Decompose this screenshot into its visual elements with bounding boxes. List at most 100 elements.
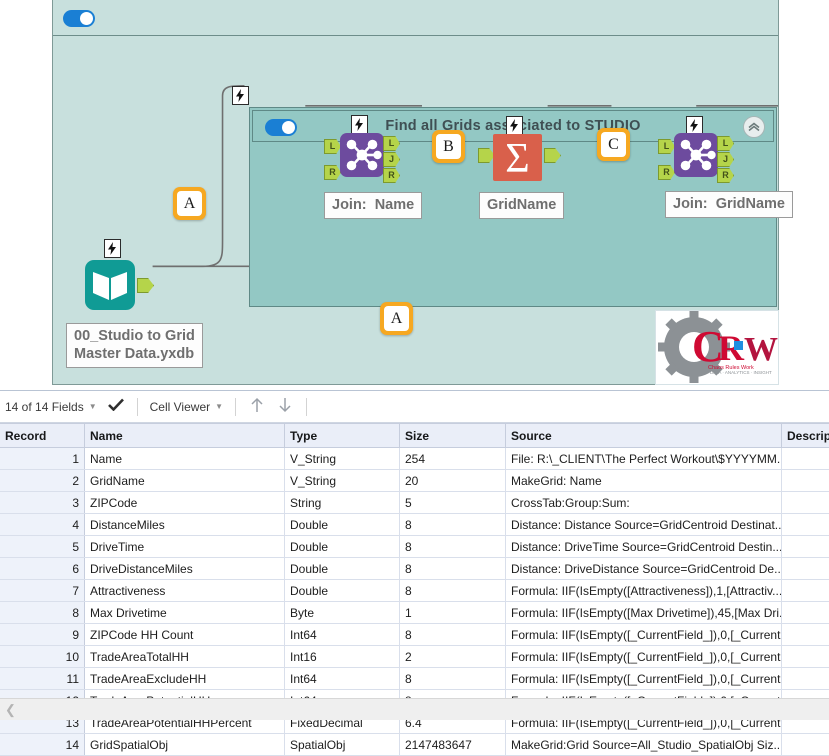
column-header-size[interactable]: Size [400, 424, 506, 448]
cell-type[interactable]: Int16 [285, 646, 400, 668]
cell-source[interactable]: CrossTab:Group:Sum: [506, 492, 782, 514]
join-name-output-right[interactable]: R [383, 168, 400, 183]
cell-size[interactable]: 20 [400, 470, 506, 492]
table-row[interactable]: 9ZIPCode HH CountInt648Formula: IIF(IsEm… [0, 624, 829, 646]
scroll-up-button[interactable] [243, 397, 271, 417]
cell-record[interactable]: 7 [0, 580, 85, 602]
join-tool-icon[interactable] [340, 133, 384, 177]
cell-record[interactable]: 11 [0, 668, 85, 690]
horizontal-scrollbar[interactable]: ❮ [0, 698, 829, 720]
cell-record[interactable]: 10 [0, 646, 85, 668]
cell-type[interactable]: Int64 [285, 668, 400, 690]
table-row[interactable]: 7AttractivenessDouble8Formula: IIF(IsEmp… [0, 580, 829, 602]
cell-description[interactable] [782, 448, 829, 470]
table-row[interactable]: 10TradeAreaTotalHHInt162Formula: IIF(IsE… [0, 646, 829, 668]
summarize-output-anchor[interactable] [544, 148, 561, 163]
cell-source[interactable]: Formula: IIF(IsEmpty([_CurrentField_]),0… [506, 624, 782, 646]
cell-size[interactable]: 254 [400, 448, 506, 470]
annotation-marker-c[interactable]: C [597, 128, 630, 161]
apply-fields-button[interactable] [102, 398, 130, 415]
fields-selector[interactable]: 14 of 14 Fields ▼ [0, 391, 102, 422]
cell-type[interactable]: Double [285, 536, 400, 558]
cell-name[interactable]: ZIPCode HH Count [85, 624, 285, 646]
cell-description[interactable] [782, 646, 829, 668]
cell-record[interactable]: 4 [0, 514, 85, 536]
cell-source[interactable]: Distance: DriveDistance Source=GridCentr… [506, 558, 782, 580]
table-row[interactable]: 4DistanceMilesDouble8Distance: Distance … [0, 514, 829, 536]
cell-size[interactable]: 8 [400, 558, 506, 580]
column-header-name[interactable]: Name [85, 424, 285, 448]
cell-name[interactable]: DriveDistanceMiles [85, 558, 285, 580]
cell-type[interactable]: Byte [285, 602, 400, 624]
input-data-output-anchor[interactable] [137, 278, 154, 293]
join-tool-icon-2[interactable] [674, 133, 718, 177]
cell-description[interactable] [782, 668, 829, 690]
cell-description[interactable] [782, 580, 829, 602]
column-header-description[interactable]: Description [782, 424, 829, 448]
cell-type[interactable]: Int64 [285, 624, 400, 646]
cell-size[interactable]: 2147483647 [400, 734, 506, 756]
column-header-type[interactable]: Type [285, 424, 400, 448]
cell-source[interactable]: Formula: IIF(IsEmpty([Max Drivetime]),45… [506, 602, 782, 624]
cell-size[interactable]: 8 [400, 514, 506, 536]
cell-type[interactable]: SpatialObj [285, 734, 400, 756]
cell-description[interactable] [782, 624, 829, 646]
cell-type[interactable]: Double [285, 558, 400, 580]
cell-name[interactable]: ZIPCode [85, 492, 285, 514]
cell-name[interactable]: Name [85, 448, 285, 470]
column-header-record[interactable]: Record [0, 424, 85, 448]
cell-size[interactable]: 2 [400, 646, 506, 668]
cell-source[interactable]: Distance: Distance Source=GridCentroid D… [506, 514, 782, 536]
cell-source[interactable]: MakeGrid: Name [506, 470, 782, 492]
join-gridname-input-right[interactable]: R [658, 165, 675, 180]
cell-record[interactable]: 8 [0, 602, 85, 624]
summarize-tool-icon[interactable]: Σ [493, 134, 542, 181]
cell-record[interactable]: 9 [0, 624, 85, 646]
chevron-left-icon[interactable]: ❮ [5, 702, 16, 718]
cell-size[interactable]: 5 [400, 492, 506, 514]
scroll-down-button[interactable] [271, 397, 299, 417]
cell-name[interactable]: Max Drivetime [85, 602, 285, 624]
cell-size[interactable]: 1 [400, 602, 506, 624]
cell-name[interactable]: Attractiveness [85, 580, 285, 602]
cell-name[interactable]: DistanceMiles [85, 514, 285, 536]
cell-size[interactable]: 8 [400, 536, 506, 558]
cell-record[interactable]: 1 [0, 448, 85, 470]
cell-type[interactable]: String [285, 492, 400, 514]
cell-type[interactable]: Double [285, 580, 400, 602]
inner-container-toggle[interactable] [265, 119, 297, 136]
table-row[interactable]: 1NameV_String254File: R:\_CLIENT\The Per… [0, 448, 829, 470]
cell-name[interactable]: TradeAreaTotalHH [85, 646, 285, 668]
cell-type[interactable]: Double [285, 514, 400, 536]
cell-record[interactable]: 14 [0, 734, 85, 756]
inner-container-collapse-button[interactable] [743, 116, 765, 138]
cell-source[interactable]: Distance: DriveTime Source=GridCentroid … [506, 536, 782, 558]
cell-record[interactable]: 6 [0, 558, 85, 580]
table-row[interactable]: 8Max DrivetimeByte1Formula: IIF(IsEmpty(… [0, 602, 829, 624]
table-row[interactable]: 2GridNameV_String20MakeGrid: Name [0, 470, 829, 492]
cell-type[interactable]: V_String [285, 470, 400, 492]
table-row[interactable]: 3ZIPCodeString5CrossTab:Group:Sum: [0, 492, 829, 514]
cell-description[interactable] [782, 602, 829, 624]
table-row[interactable]: 6DriveDistanceMilesDouble8Distance: Driv… [0, 558, 829, 580]
cell-viewer-selector[interactable]: Cell Viewer ▼ [145, 391, 228, 422]
workflow-canvas[interactable]: Find all Grids associated to STUDIO [0, 0, 829, 390]
outer-container-toggle[interactable] [63, 10, 95, 27]
table-row[interactable]: 11TradeAreaExcludeHHInt648Formula: IIF(I… [0, 668, 829, 690]
cell-description[interactable] [782, 470, 829, 492]
cell-source[interactable]: Formula: IIF(IsEmpty([Attractiveness]),1… [506, 580, 782, 602]
join-gridname-output-join[interactable]: J [717, 152, 734, 167]
cell-description[interactable] [782, 558, 829, 580]
cell-size[interactable]: 8 [400, 580, 506, 602]
cell-source[interactable]: Formula: IIF(IsEmpty([_CurrentField_]),0… [506, 668, 782, 690]
cell-description[interactable] [782, 514, 829, 536]
cell-record[interactable]: 2 [0, 470, 85, 492]
cell-size[interactable]: 8 [400, 624, 506, 646]
cell-description[interactable] [782, 536, 829, 558]
summarize-input-anchor[interactable] [478, 148, 495, 163]
cell-size[interactable]: 8 [400, 668, 506, 690]
cell-name[interactable]: TradeAreaExcludeHH [85, 668, 285, 690]
inner-tool-container[interactable]: Find all Grids associated to STUDIO [249, 107, 777, 307]
cell-record[interactable]: 3 [0, 492, 85, 514]
cell-name[interactable]: DriveTime [85, 536, 285, 558]
